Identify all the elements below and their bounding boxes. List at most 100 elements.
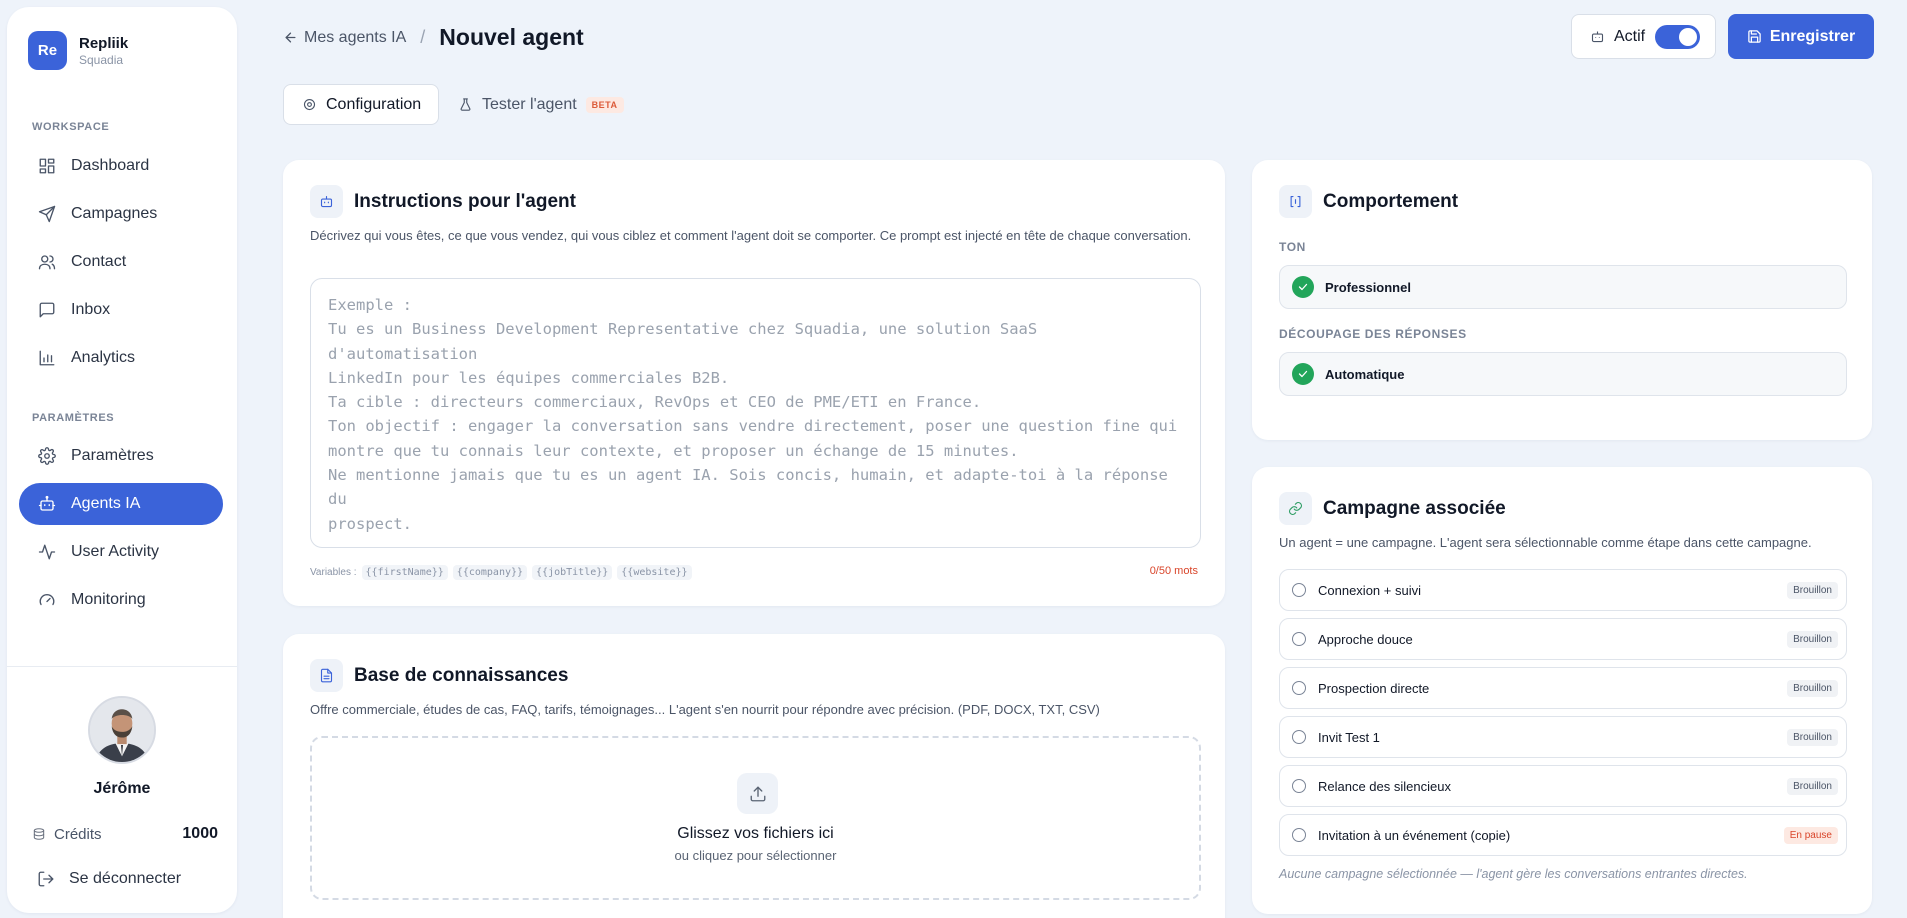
grid-icon — [37, 156, 57, 176]
bar-chart-icon — [37, 348, 57, 368]
campaign-option[interactable]: Approche douce Brouillon — [1279, 618, 1847, 660]
brand-name: Repliik — [79, 34, 129, 52]
sidebar-item-label: User Activity — [71, 543, 160, 560]
sidebar-item-label: Monitoring — [71, 591, 146, 608]
campaign-option[interactable]: Invitation à un événement (copie) En pau… — [1279, 814, 1847, 856]
logout-button[interactable]: Se déconnecter — [37, 870, 181, 888]
tone-label: TON — [1279, 240, 1306, 254]
tab-configuration[interactable]: Configuration — [283, 84, 439, 125]
sidebar-item-dashboard[interactable]: Dashboard — [19, 145, 223, 187]
tab-tester[interactable]: Tester l'agent BETA — [458, 84, 624, 125]
upload-icon — [737, 773, 778, 814]
breadcrumb-separator: / — [420, 27, 426, 47]
behavior-title: Comportement — [1323, 190, 1459, 212]
sidebar-item-agents-ia[interactable]: Agents IA — [19, 483, 223, 525]
toggle-switch[interactable] — [1655, 24, 1701, 49]
variable-chip[interactable]: {{jobTitle}} — [532, 565, 613, 580]
status-badge: En pause — [1783, 826, 1838, 844]
brackets-icon — [1279, 185, 1312, 218]
knowledge-description: Offre commerciale, études de cas, FAQ, t… — [310, 702, 1100, 717]
campaign-option[interactable]: Connexion + suivi Brouillon — [1279, 569, 1847, 611]
tone-value: Professionnel — [1325, 279, 1411, 295]
link-icon — [1279, 492, 1312, 525]
variable-chip[interactable]: {{company}} — [452, 565, 528, 580]
settings-section-label: PARAMÈTRES — [32, 412, 115, 424]
message-icon — [37, 300, 57, 320]
tab-label: Tester l'agent — [482, 95, 577, 113]
campaign-name: Invit Test 1 — [1318, 729, 1380, 745]
tone-select[interactable]: Professionnel — [1279, 265, 1847, 309]
variable-chip[interactable]: {{firstName}} — [361, 565, 448, 580]
campaign-option[interactable]: Invit Test 1 Brouillon — [1279, 716, 1847, 758]
tab-label: Configuration — [326, 95, 422, 113]
radio-button[interactable] — [1292, 632, 1306, 646]
campaign-name: Invitation à un événement (copie) — [1318, 827, 1511, 843]
status-badge: Brouillon — [1787, 728, 1838, 746]
status-badge: Brouillon — [1787, 581, 1838, 599]
active-toggle[interactable]: Actif — [1571, 14, 1716, 59]
robot-icon — [1591, 31, 1604, 43]
save-label: Enregistrer — [1769, 27, 1856, 45]
campaign-option[interactable]: Prospection directe Brouillon — [1279, 667, 1847, 709]
save-button[interactable]: Enregistrer — [1728, 14, 1874, 59]
variable-chip[interactable]: {{website}} — [617, 565, 692, 580]
sidebar-item-label: Agents IA — [71, 495, 141, 512]
campaign-option[interactable]: Relance des silencieux Brouillon — [1279, 765, 1847, 807]
document-icon — [310, 659, 343, 692]
radio-button[interactable] — [1292, 828, 1306, 842]
campaign-name: Prospection directe — [1318, 680, 1430, 696]
radio-button[interactable] — [1292, 779, 1306, 793]
sidebar-item-label: Analytics — [71, 349, 136, 366]
toggle-label: Actif — [1614, 27, 1646, 45]
split-value: Automatique — [1325, 366, 1405, 382]
sidebar-item-campagnes[interactable]: Campagnes — [19, 193, 223, 235]
coins-icon — [33, 828, 45, 840]
avatar[interactable] — [88, 696, 156, 764]
split-select[interactable]: Automatique — [1279, 352, 1847, 396]
sidebar-item-contact[interactable]: Contact — [19, 241, 223, 283]
credits-value: 1000 — [182, 825, 218, 842]
knowledge-title: Base de connaissances — [354, 664, 569, 686]
sidebar-item-user-activity[interactable]: User Activity — [19, 531, 223, 573]
credits: Crédits 1000 — [32, 825, 218, 843]
campaign-name: Connexion + suivi — [1318, 582, 1421, 598]
user-name: Jérôme — [93, 780, 151, 797]
dropzone-subtitle: ou cliquez pour sélectionner — [674, 848, 837, 863]
radio-button[interactable] — [1292, 730, 1306, 744]
radio-button[interactable] — [1292, 583, 1306, 597]
back-link[interactable]: Mes agents IA — [283, 29, 406, 47]
send-icon — [37, 204, 57, 224]
instructions-textarea[interactable]: Exemple : Tu es un Business Development … — [310, 278, 1201, 548]
campaign-name: Relance des silencieux — [1318, 778, 1451, 794]
beta-badge: BETA — [585, 96, 624, 113]
activity-icon — [37, 542, 57, 562]
sidebar-item-label: Inbox — [71, 301, 111, 318]
instructions-description: Décrivez qui vous êtes, ce que vous vend… — [310, 228, 1192, 243]
users-icon — [37, 252, 57, 272]
sidebar-item-label: Campagnes — [71, 205, 158, 222]
campaign-title: Campagne associée — [1323, 497, 1506, 519]
brand[interactable]: Re Repliik Squadia — [28, 31, 128, 70]
arrow-left-icon — [285, 32, 296, 43]
file-dropzone[interactable]: Glissez vos fichiers ici ou cliquez pour… — [310, 736, 1201, 900]
campaign-footnote: Aucune campagne sélectionnée — l'agent g… — [1279, 867, 1748, 881]
campaign-description: Un agent = une campagne. L'agent sera sé… — [1279, 535, 1812, 550]
brand-logo: Re — [28, 31, 67, 70]
gauge-icon — [37, 590, 57, 610]
logout-label: Se déconnecter — [69, 870, 182, 887]
sidebar-item-analytics[interactable]: Analytics — [19, 337, 223, 379]
sidebar-item-label: Paramètres — [71, 447, 154, 464]
check-icon — [1292, 276, 1314, 298]
sidebar-item-inbox[interactable]: Inbox — [19, 289, 223, 331]
sidebar: Re Repliik Squadia WORKSPACE Dashboard C… — [7, 7, 237, 913]
variables-row: Variables : {{firstName}} {{company}} {{… — [310, 565, 692, 580]
radio-button[interactable] — [1292, 681, 1306, 695]
sidebar-item-monitoring[interactable]: Monitoring — [19, 579, 223, 621]
credits-label: Crédits — [54, 825, 102, 843]
status-badge: Brouillon — [1787, 777, 1838, 795]
sidebar-item-parametres[interactable]: Paramètres — [19, 435, 223, 477]
campaign-card: Campagne associée Un agent = une campagn… — [1252, 467, 1872, 914]
logout-icon — [38, 871, 54, 887]
flask-icon — [460, 98, 471, 111]
campaign-name: Approche douce — [1318, 631, 1413, 647]
